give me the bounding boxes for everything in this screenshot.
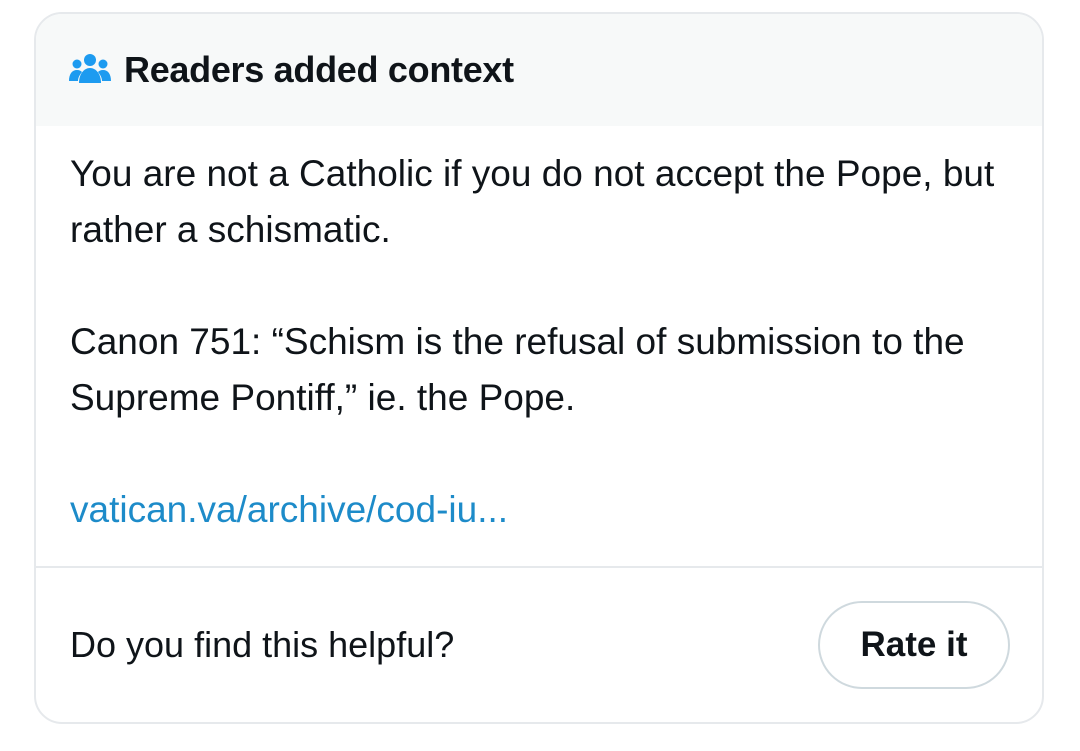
community-note-card: Readers added context You are not a Cath… (34, 12, 1044, 724)
note-body: You are not a Catholic if you do not acc… (36, 126, 1042, 566)
people-icon (68, 52, 112, 88)
helpful-question: Do you find this helpful? (70, 624, 455, 665)
note-paragraph-2: Canon 751: “Schism is the refusal of sub… (70, 321, 965, 418)
source-link[interactable]: vatican.va/archive/cod-iu... (70, 482, 1008, 538)
rate-it-button[interactable]: Rate it (818, 601, 1010, 689)
note-title: Readers added context (124, 49, 514, 90)
note-footer: Do you find this helpful? Rate it (36, 568, 1042, 722)
note-paragraph-1: You are not a Catholic if you do not acc… (70, 153, 995, 250)
note-header: Readers added context (36, 14, 1042, 126)
